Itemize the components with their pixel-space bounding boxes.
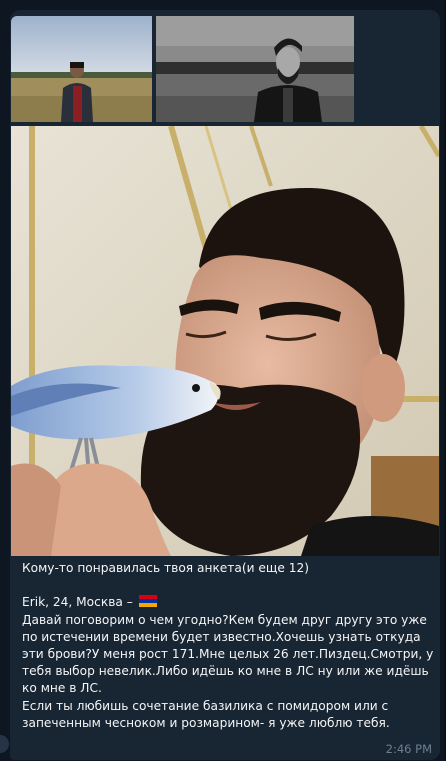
profile-header-text: Erik, 24, Москва – <box>22 595 133 610</box>
album-photo-2[interactable] <box>156 16 354 122</box>
message-caption: Кому-то понравилась твоя анкета(и еще 12… <box>22 560 434 732</box>
album-photo-1[interactable] <box>11 16 152 122</box>
profile-body-1: Давай поговорим о чем угодно?Кем будем д… <box>22 612 434 696</box>
message-bubble[interactable]: Кому-то понравилась твоя анкета(и еще 12… <box>10 10 440 760</box>
profile-body-2: Если ты любишь сочетание базилика с поми… <box>22 698 390 730</box>
caption-intro: Кому-то понравилась твоя анкета(и еще 12… <box>22 561 310 575</box>
profile-header: Erik, 24, Москва – <box>22 594 434 611</box>
album-photo-3[interactable] <box>11 126 439 556</box>
armenia-flag-icon <box>138 595 157 608</box>
message-time: 2:46 PM <box>385 742 432 756</box>
